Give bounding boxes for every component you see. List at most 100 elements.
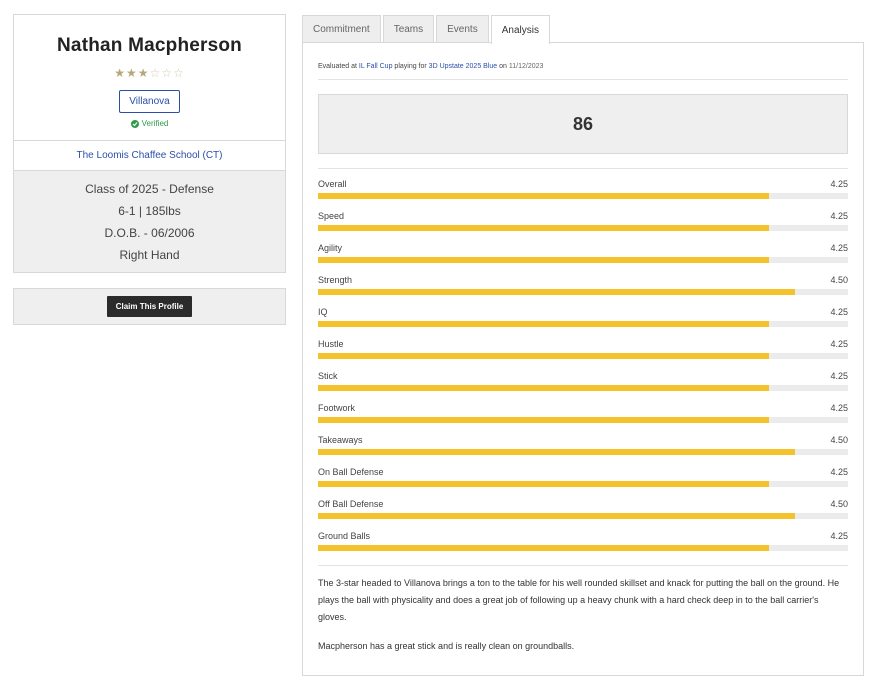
rating-value: 4.25: [830, 339, 848, 349]
eval-date: 11/12/2023: [508, 63, 544, 70]
rating-row: Hustle 4.25: [318, 337, 848, 359]
rating-bar-track: [318, 225, 848, 231]
star-filled-icon: ★: [114, 66, 126, 80]
player-details: Class of 2025 - Defense 6-1 | 185lbs D.O…: [14, 170, 285, 272]
rating-header: Hustle 4.25: [318, 337, 848, 351]
rating-bar-track: [318, 257, 848, 263]
rating-row: Ground Balls 4.25: [318, 529, 848, 551]
rating-header: Agility 4.25: [318, 241, 848, 255]
team-link[interactable]: 3D Upstate 2025 Blue: [429, 63, 498, 70]
rating-row: Footwork 4.25: [318, 401, 848, 423]
rating-header: Ground Balls 4.25: [318, 529, 848, 543]
rating-value: 4.25: [830, 243, 848, 253]
verified-check-icon: [130, 119, 139, 128]
rating-bar-track: [318, 289, 848, 295]
player-sidebar: Nathan Macpherson ★★★☆☆☆ Villanova Verif…: [13, 14, 286, 325]
rating-row: Takeaways 4.50: [318, 433, 848, 455]
rating-row: Stick 4.25: [318, 369, 848, 391]
rating-value: 4.50: [830, 435, 848, 445]
rating-value: 4.25: [830, 211, 848, 221]
rating-bar-track: [318, 321, 848, 327]
rating-value: 4.25: [830, 467, 848, 477]
rating-bar-track: [318, 417, 848, 423]
rating-bar-track: [318, 353, 848, 359]
eval-on: on: [499, 63, 507, 70]
commitment-button[interactable]: Villanova: [119, 90, 180, 113]
rating-header: Speed 4.25: [318, 209, 848, 223]
tab-analysis[interactable]: Analysis: [490, 15, 550, 44]
rating-bar-fill: [318, 193, 769, 199]
rating-bar-track: [318, 449, 848, 455]
rating-value: 4.50: [830, 275, 848, 285]
rating-bar-track: [318, 545, 848, 551]
star-empty-icon: ☆: [161, 66, 174, 80]
rating-label: Overall: [318, 179, 347, 189]
rating-bar-fill: [318, 257, 769, 263]
star-empty-icon: ☆: [149, 66, 162, 80]
rating-bar-track: [318, 513, 848, 519]
rating-bar-fill: [318, 449, 795, 455]
overall-score: 86: [318, 94, 848, 154]
rating-header: Overall 4.25: [318, 177, 848, 191]
rating-row: Speed 4.25: [318, 209, 848, 231]
tab-bar: Commitment Teams Events Analysis: [302, 15, 864, 44]
rating-label: Strength: [318, 275, 353, 285]
rating-label: On Ball Defense: [318, 467, 384, 477]
profile-content: Commitment Teams Events Analysis Evaluated …: [302, 15, 864, 676]
height-weight: 6-1 | 185lbs: [118, 204, 181, 218]
tab-teams[interactable]: Teams: [382, 15, 435, 42]
rating-bar-fill: [318, 417, 769, 423]
player-card-header: Nathan Macpherson ★★★☆☆☆ Villanova Verif…: [14, 15, 285, 140]
rating-bar-fill: [318, 321, 769, 327]
evaluation-writeup: The 3-star headed to Villanova brings a …: [318, 566, 848, 655]
rating-header: Strength 4.50: [318, 273, 848, 287]
rating-bar-fill: [318, 225, 769, 231]
class-position: Class of 2025 - Defense: [85, 182, 214, 196]
rating-value: 4.25: [830, 403, 848, 413]
evaluation-info: Evaluated at IL Fall Cup playing for 3D …: [318, 43, 848, 80]
writeup-paragraph: Macpherson has a great stick and is real…: [318, 641, 575, 651]
event-link[interactable]: IL Fall Cup: [359, 63, 393, 70]
rating-header: Stick 4.25: [318, 369, 848, 383]
rating-row: Overall 4.25: [318, 177, 848, 199]
rating-label: Ground Balls: [318, 531, 371, 541]
rating-header: IQ 4.25: [318, 305, 848, 319]
tab-commitment[interactable]: Commitment: [302, 15, 381, 42]
eval-middle: playing for: [394, 63, 427, 70]
school-link[interactable]: The Loomis Chaffee School (CT): [14, 140, 285, 170]
rating-value: 4.25: [830, 307, 848, 317]
handedness: Right Hand: [119, 248, 180, 262]
eval-prefix: Evaluated at: [318, 63, 357, 70]
rating-bar-fill: [318, 545, 769, 551]
rating-header: Takeaways 4.50: [318, 433, 848, 447]
rating-row: IQ 4.25: [318, 305, 848, 327]
player-name: Nathan Macpherson: [57, 35, 242, 56]
claim-profile-panel: Claim This Profile: [13, 288, 286, 325]
rating-label: Off Ball Defense: [318, 499, 384, 509]
rating-bar-fill: [318, 289, 795, 295]
rating-value: 4.25: [830, 531, 848, 541]
tab-events[interactable]: Events: [436, 15, 489, 42]
rating-header: Footwork 4.25: [318, 401, 848, 415]
player-card: Nathan Macpherson ★★★☆☆☆ Villanova Verif…: [13, 14, 286, 273]
star-filled-icon: ★: [125, 66, 138, 80]
rating-label: Speed: [318, 211, 345, 221]
rating-header: On Ball Defense 4.25: [318, 465, 848, 479]
analysis-panel: Evaluated at IL Fall Cup playing for 3D …: [302, 42, 864, 676]
rating-row: Off Ball Defense 4.50: [318, 497, 848, 519]
rating-value: 4.50: [830, 499, 848, 509]
claim-profile-button[interactable]: Claim This Profile: [106, 296, 193, 317]
rating-bar-track: [318, 385, 848, 391]
verified-status: Verified: [24, 119, 275, 128]
rating-label: Agility: [318, 243, 343, 253]
rating-label: Hustle: [318, 339, 344, 349]
rating-label: IQ: [318, 307, 328, 317]
rating-bar-track: [318, 481, 848, 487]
rating-bar-fill: [318, 481, 769, 487]
star-filled-icon: ★: [137, 66, 150, 80]
rating-label: Stick: [318, 371, 338, 381]
ratings-list: Overall 4.25 Speed 4.25 Agility 4.25 Strength 4…: [318, 169, 848, 551]
star-empty-icon: ☆: [173, 66, 185, 80]
rating-header: Off Ball Defense 4.50: [318, 497, 848, 511]
rating-label: Takeaways: [318, 435, 363, 445]
